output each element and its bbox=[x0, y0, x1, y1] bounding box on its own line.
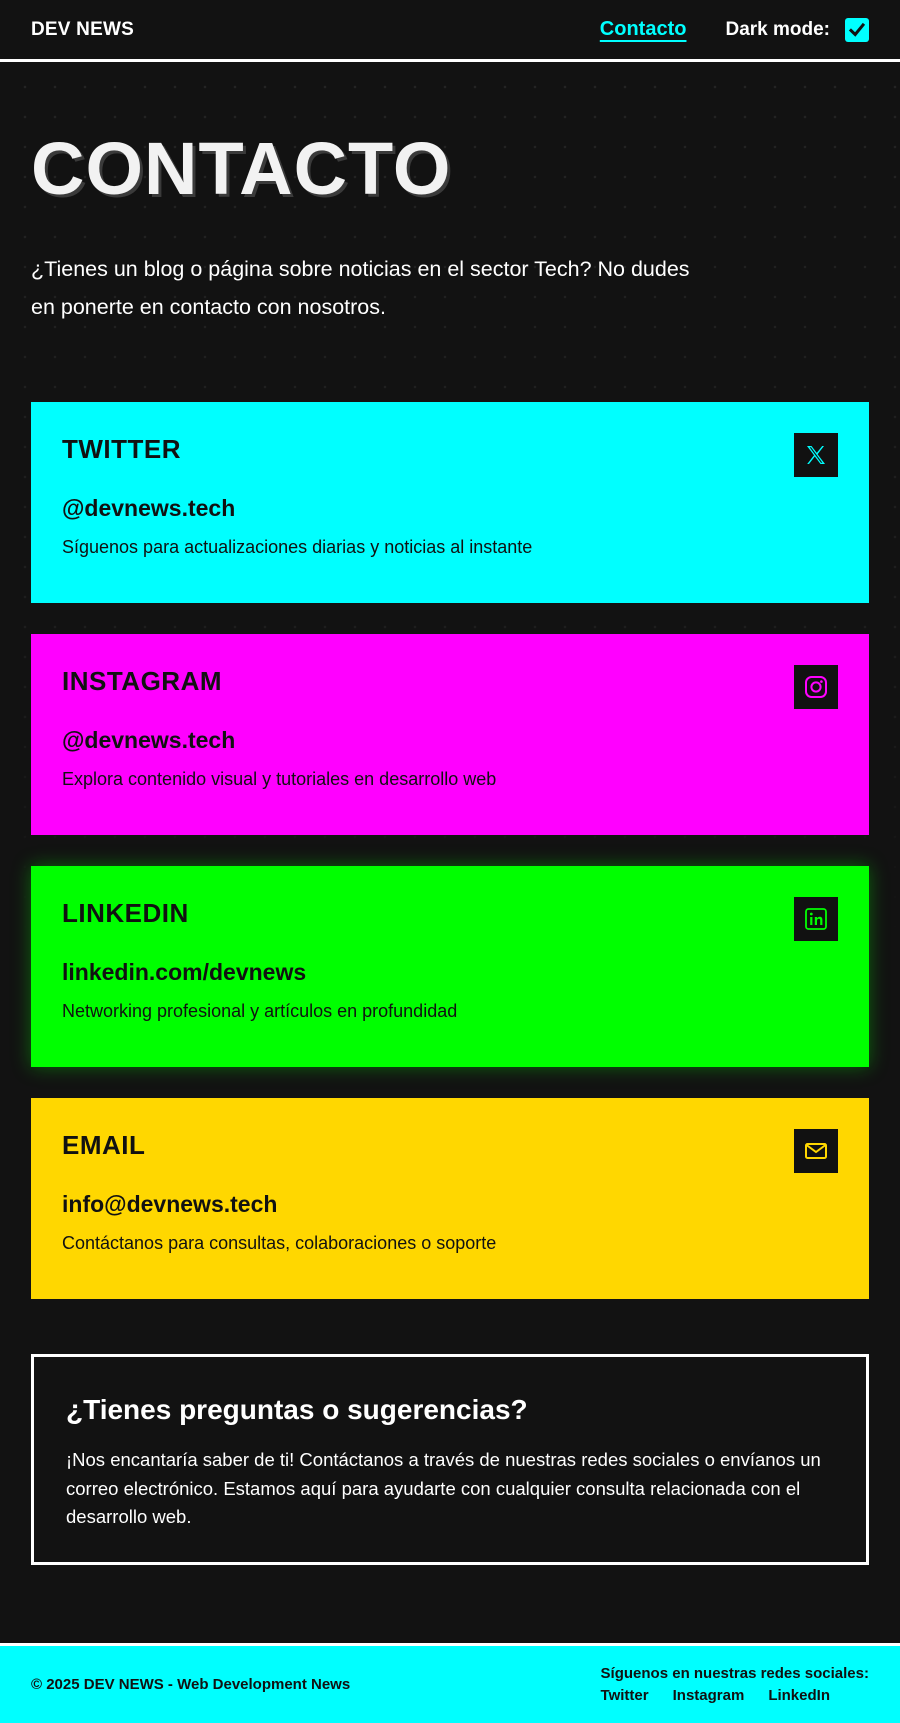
card-title: EMAIL bbox=[62, 1130, 146, 1160]
nav-link-contacto[interactable]: Contacto bbox=[600, 18, 687, 41]
brand-logo[interactable]: DEV NEWS bbox=[31, 19, 134, 41]
contact-card-email[interactable]: EMAIL info@devnews.tech Contáctanos para… bbox=[31, 1098, 869, 1299]
footer-social-links: Twitter Instagram LinkedIn bbox=[601, 1686, 869, 1706]
card-description: Networking profesional y artículos en pr… bbox=[62, 1001, 458, 1021]
mail-icon bbox=[794, 1129, 838, 1173]
contact-card-twitter[interactable]: TWITTER @devnews.tech Síguenos para actu… bbox=[31, 402, 869, 603]
site-header: DEV NEWS Contacto Dark mode: bbox=[0, 0, 900, 62]
instagram-icon bbox=[794, 665, 838, 709]
card-handle: info@devnews.tech bbox=[62, 1191, 278, 1217]
questions-text: ¡Nos encantaría saber de ti! Contáctanos… bbox=[66, 1449, 821, 1527]
card-title: TWITTER bbox=[62, 434, 182, 464]
footer-link-linkedin[interactable]: LinkedIn bbox=[768, 1686, 830, 1706]
card-description: Contáctanos para consultas, colaboracion… bbox=[62, 1233, 497, 1253]
page-subtitle: ¿Tienes un blog o página sobre noticias … bbox=[31, 257, 690, 319]
footer-link-instagram[interactable]: Instagram bbox=[673, 1686, 745, 1706]
dark-mode-checkbox[interactable] bbox=[845, 17, 869, 42]
contact-card-instagram[interactable]: INSTAGRAM @devnews.tech Explora contenid… bbox=[31, 634, 869, 835]
card-handle: linkedin.com/devnews bbox=[62, 959, 307, 985]
contact-card-linkedin[interactable]: LINKEDIN linkedin.com/devnews Networking… bbox=[31, 866, 869, 1067]
card-title: LINKEDIN bbox=[62, 898, 189, 928]
dark-mode-label: Dark mode: bbox=[725, 18, 830, 40]
footer-social: Síguenos en nuestras redes sociales: Twi… bbox=[601, 1664, 869, 1706]
card-handle: @devnews.tech bbox=[62, 495, 236, 521]
questions-box: ¿Tienes preguntas o sugerencias? ¡Nos en… bbox=[31, 1354, 869, 1565]
footer-copyright: © 2025 DEV NEWS - Web Development News bbox=[31, 1676, 351, 1693]
footer-link-twitter[interactable]: Twitter bbox=[601, 1686, 649, 1706]
site-footer: © 2025 DEV NEWS - Web Development News S… bbox=[0, 1643, 900, 1723]
linkedin-icon bbox=[794, 897, 838, 941]
footer-social-title: Síguenos en nuestras redes sociales: bbox=[600, 1664, 869, 1682]
x-logo-icon bbox=[794, 433, 838, 477]
page-title: CONTACTO bbox=[31, 127, 452, 210]
card-handle: @devnews.tech bbox=[62, 727, 236, 753]
checkmark-icon bbox=[848, 22, 866, 37]
card-title: INSTAGRAM bbox=[62, 666, 223, 696]
card-description: Síguenos para actualizaciones diarias y … bbox=[62, 537, 533, 557]
card-description: Explora contenido visual y tutoriales en… bbox=[62, 769, 497, 789]
questions-title: ¿Tienes preguntas o sugerencias? bbox=[66, 1394, 528, 1425]
header-nav: Contacto Dark mode: bbox=[600, 17, 869, 42]
